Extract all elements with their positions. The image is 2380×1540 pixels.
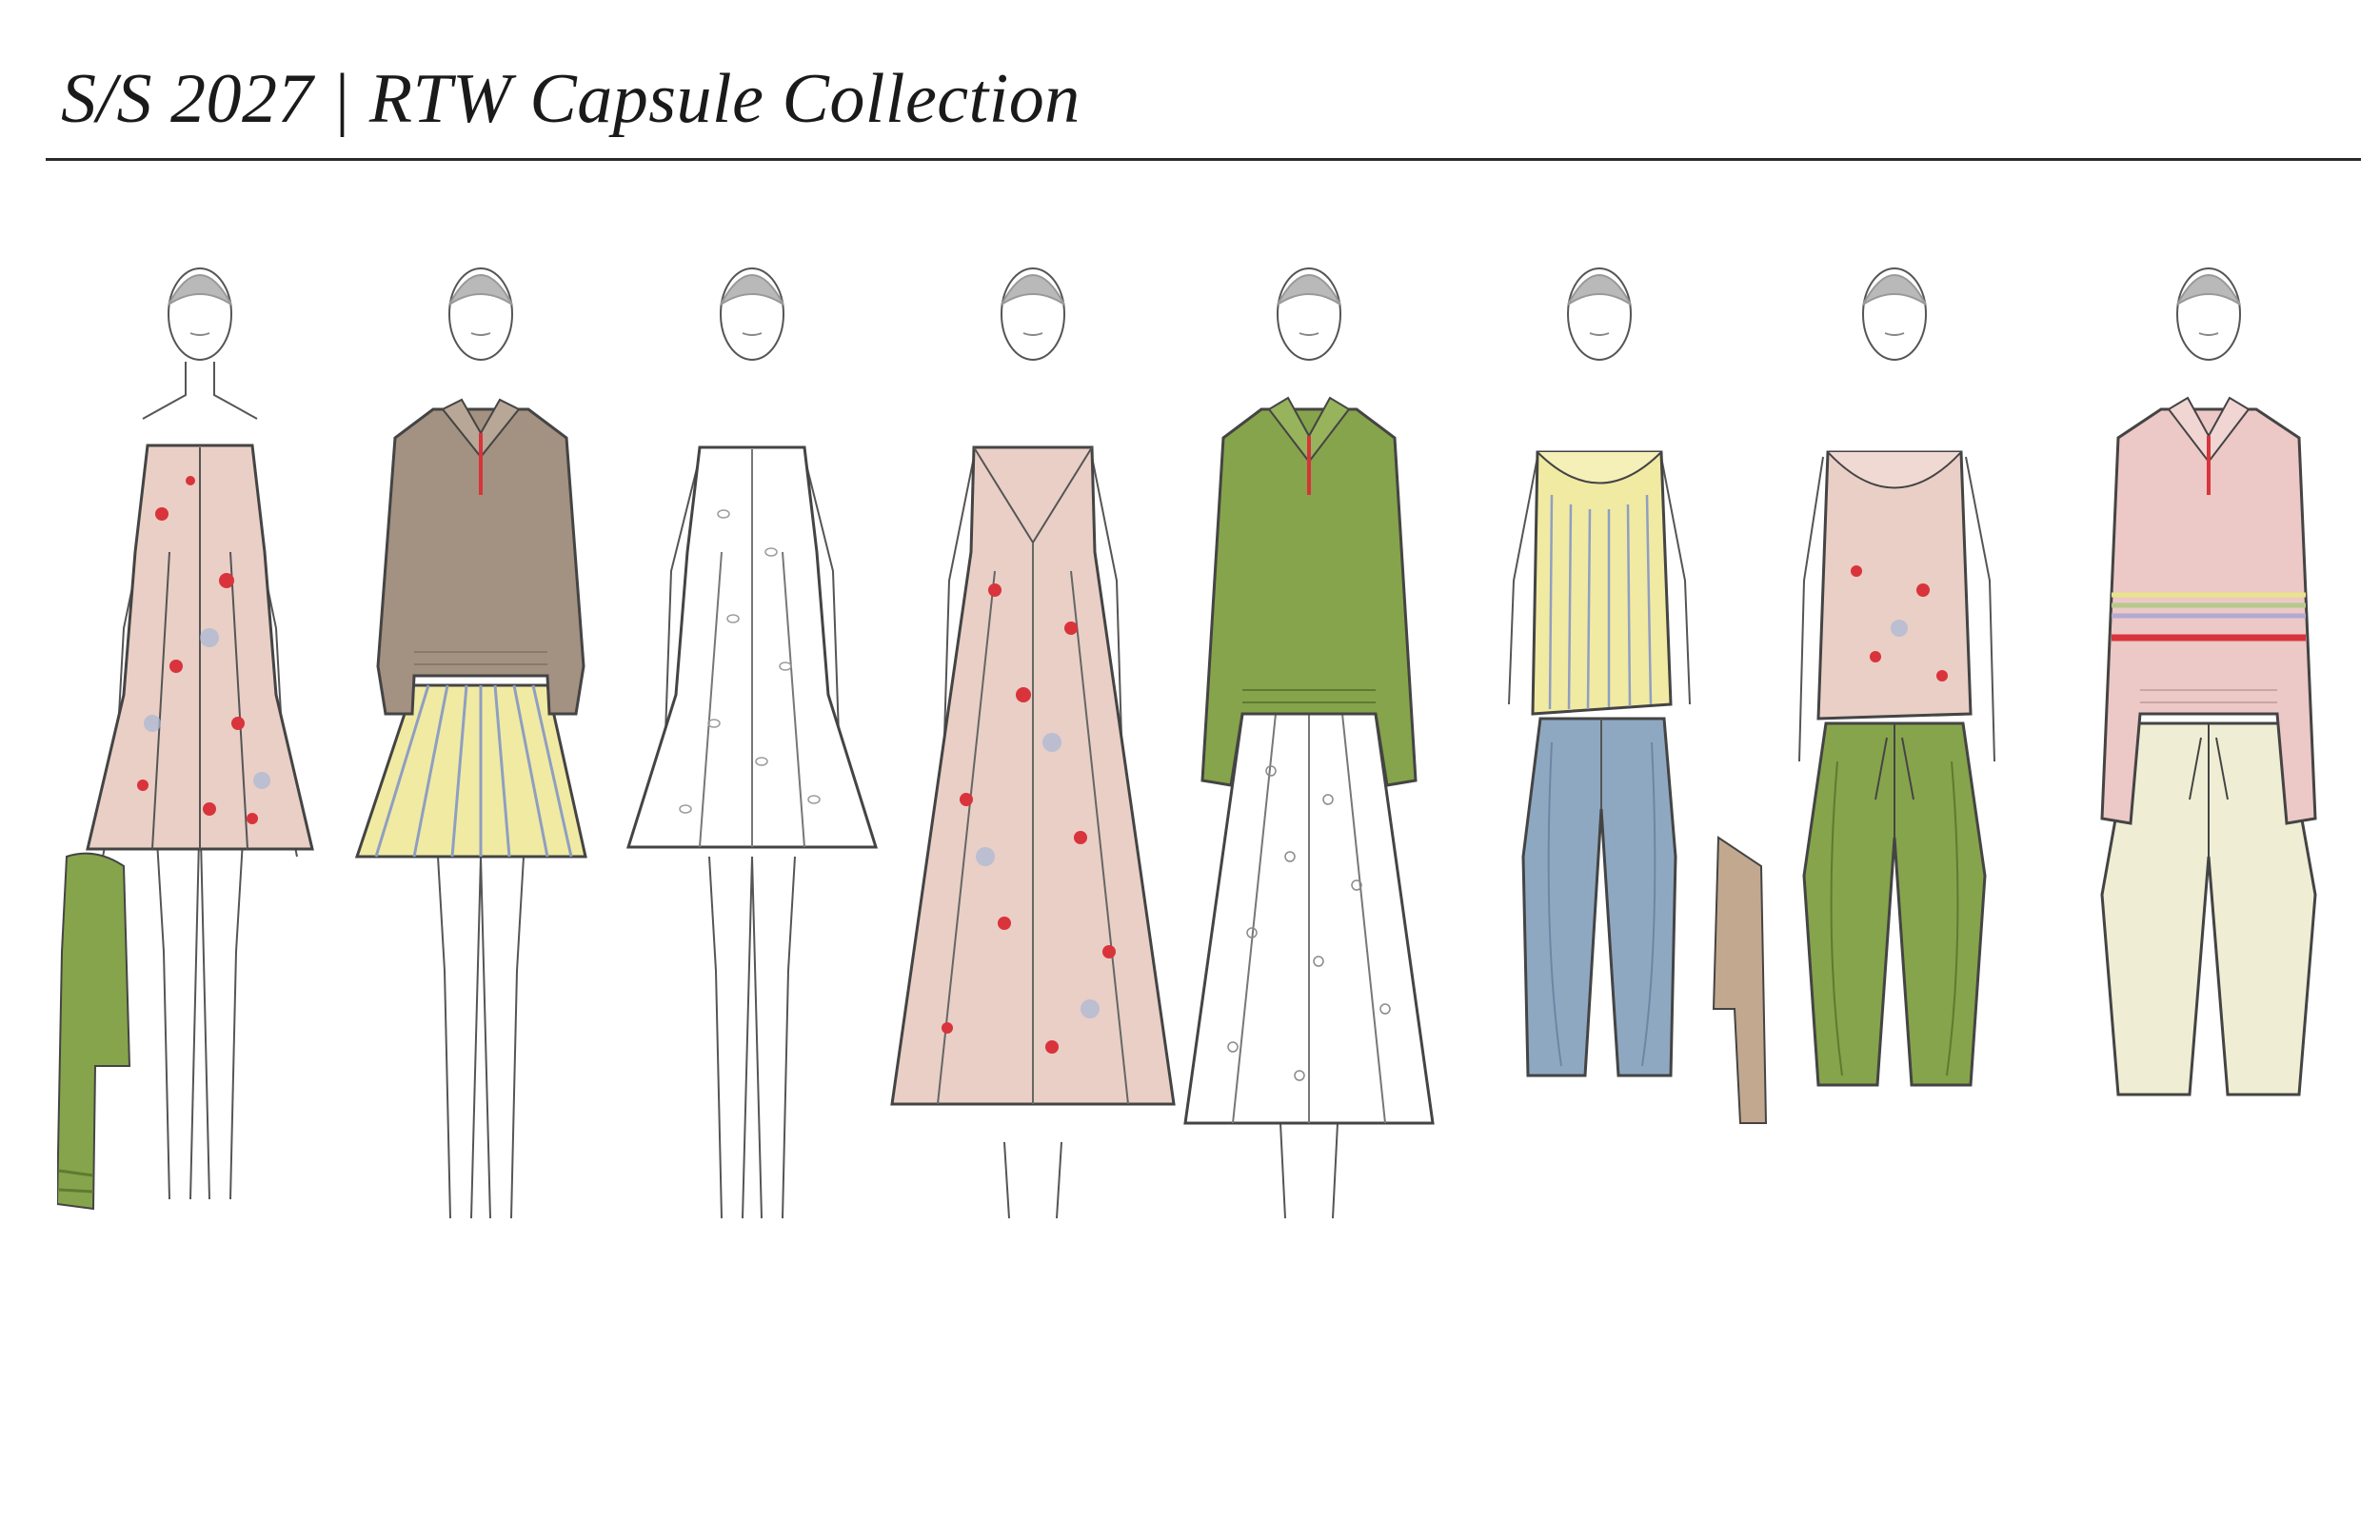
look-4 [890, 267, 1176, 1371]
striped-cowl-top [1531, 450, 1673, 716]
look-1 [57, 267, 343, 1371]
look-7 [1780, 267, 2066, 1371]
look-2 [338, 267, 624, 1371]
look-3 [609, 267, 895, 1371]
camel-jacket-carried [1712, 836, 1768, 1124]
moss-drawstring-trousers [1802, 721, 1987, 1087]
figure-croquis [2176, 267, 2241, 361]
floral-cowl-top [1816, 450, 1973, 721]
page-title: S/S 2027 | RTW Capsule Collection [61, 60, 1081, 138]
moss-sweater-carried [57, 852, 131, 1211]
title-divider [46, 158, 2361, 161]
look-6 [1485, 267, 1771, 1371]
floral-slip-midi-dress [890, 445, 1176, 1106]
look-lineup [0, 267, 2380, 1371]
denim-barrel-jeans [1521, 717, 1677, 1077]
look-5 [1166, 267, 1452, 1371]
taupe-polo-sweater [376, 398, 585, 716]
eyelet-tank-dress [625, 445, 879, 849]
look-8 [2066, 267, 2351, 1371]
floral-tank-dress [86, 444, 314, 851]
